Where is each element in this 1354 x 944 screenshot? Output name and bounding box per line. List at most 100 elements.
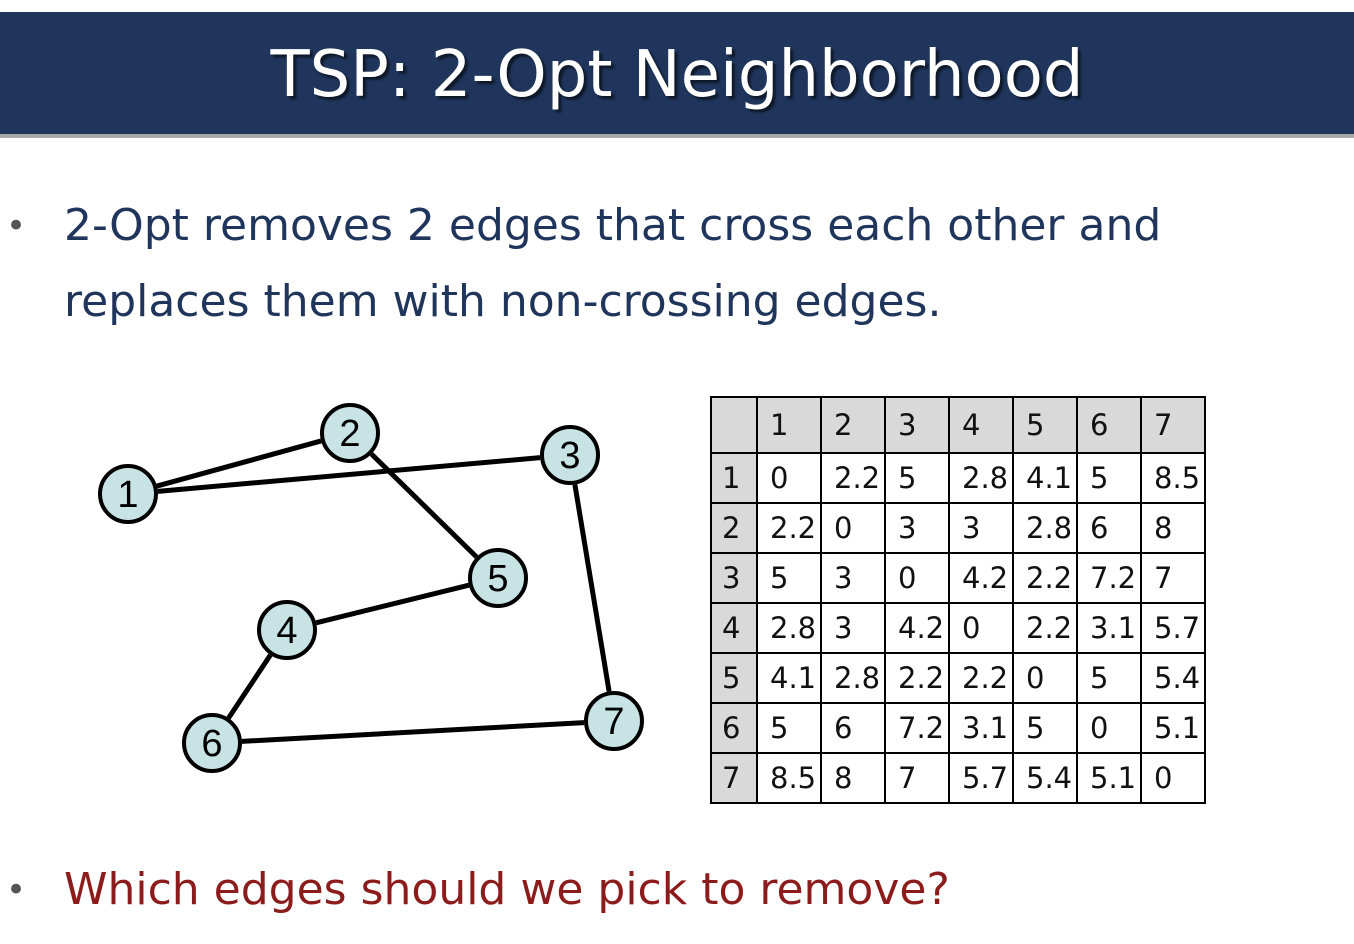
distance-cell: 5	[756, 552, 822, 604]
distance-cell: 0	[1012, 652, 1078, 704]
table-row: 3 5 3 0 4.2 2.2 7.2 7	[710, 552, 1206, 604]
distance-cell: 6	[1076, 502, 1142, 554]
distance-cell: 5.4	[1140, 652, 1206, 704]
distance-cell: 5	[1076, 652, 1142, 704]
column-header: 6	[1076, 396, 1142, 454]
distance-cell: 5.1	[1076, 752, 1142, 804]
edge-5-4	[315, 582, 470, 626]
edge-3-7	[572, 484, 612, 692]
row-header: 5	[710, 652, 758, 704]
distance-cell: 5.7	[1140, 602, 1206, 654]
table-corner-cell	[710, 396, 758, 454]
node-4: 4	[257, 600, 317, 660]
bullet-item: • Which edges should we pick to remove?	[6, 852, 1354, 932]
distance-cell: 3	[884, 502, 950, 554]
column-header: 1	[756, 396, 822, 454]
node-2: 2	[320, 403, 380, 463]
distance-cell: 3	[820, 552, 886, 604]
node-6: 6	[182, 713, 242, 773]
node-label: 1	[117, 474, 138, 516]
node-7: 7	[584, 691, 644, 751]
distance-cell: 4.2	[884, 602, 950, 654]
node-label: 3	[559, 435, 580, 477]
distance-cell: 0	[884, 552, 950, 604]
distance-cell: 0	[948, 602, 1014, 654]
distance-cell: 5	[1076, 452, 1142, 504]
distance-cell: 3	[948, 502, 1014, 554]
bullet-line: 2-Opt removes 2 edges that cross each ot…	[64, 200, 1162, 251]
distance-cell: 2.8	[820, 652, 886, 704]
node-label: 6	[201, 723, 222, 765]
bullet-line: replaces them with non-crossing edges.	[64, 276, 942, 327]
distance-cell: 0	[1076, 702, 1142, 754]
table-row: 4 2.8 3 4.2 0 2.2 3.1 5.7	[710, 602, 1206, 654]
tour-graph-svg: 1 2 3 4 5 6 7	[98, 403, 644, 773]
distance-cell: 5.7	[948, 752, 1014, 804]
node-5: 5	[468, 548, 528, 608]
distance-cell: 3.1	[948, 702, 1014, 754]
table-row: 5 4.1 2.8 2.2 2.2 0 5 5.4	[710, 652, 1206, 704]
distance-cell: 2.8	[1012, 502, 1078, 554]
distance-cell: 5	[1012, 702, 1078, 754]
bullet-icon: •	[6, 206, 27, 246]
column-header: 4	[948, 396, 1014, 454]
edge-6-7	[241, 720, 585, 744]
distance-cell: 6	[820, 702, 886, 754]
table-row: 2 2.2 0 3 3 2.8 6 8	[710, 502, 1206, 554]
title-bar: TSP: 2-Opt Neighborhood	[0, 12, 1354, 138]
distance-cell: 8	[820, 752, 886, 804]
column-header: 3	[884, 396, 950, 454]
node-label: 2	[339, 413, 360, 455]
distance-cell: 5	[756, 702, 822, 754]
table-row: 7 8.5 8 7 5.7 5.4 5.1 0	[710, 752, 1206, 804]
column-header: 7	[1140, 396, 1206, 454]
node-3: 3	[540, 425, 600, 485]
distance-cell: 2.2	[1012, 602, 1078, 654]
distance-cell: 4.1	[1012, 452, 1078, 504]
distance-cell: 5.1	[1140, 702, 1206, 754]
bullet-line: Which edges should we pick to remove?	[64, 864, 950, 915]
edge-4-6	[226, 653, 273, 720]
row-header: 6	[710, 702, 758, 754]
node-label: 5	[487, 558, 508, 600]
table-header-row: 1234567	[710, 396, 1206, 454]
column-header: 5	[1012, 396, 1078, 454]
row-header: 2	[710, 502, 758, 554]
distance-cell: 4.2	[948, 552, 1014, 604]
distance-cell: 4.1	[756, 652, 822, 704]
row-header: 1	[710, 452, 758, 504]
bullet-item: • 2-Opt removes 2 edges that cross each …	[6, 188, 1354, 344]
bullet-text: Which edges should we pick to remove?	[64, 852, 1354, 928]
distance-cell: 0	[820, 502, 886, 554]
distance-cell: 8	[1140, 502, 1206, 554]
bullet-icon: •	[6, 870, 27, 910]
distance-cell: 7.2	[1076, 552, 1142, 604]
distance-cell: 8.5	[1140, 452, 1206, 504]
column-header: 2	[820, 396, 886, 454]
row-header: 7	[710, 752, 758, 804]
distance-cell: 7	[884, 752, 950, 804]
distance-cell: 3	[820, 602, 886, 654]
distance-cell: 0	[1140, 752, 1206, 804]
distance-cell: 8.5	[756, 752, 822, 804]
node-1: 1	[98, 464, 158, 524]
distance-cell: 2.2	[820, 452, 886, 504]
distance-cell: 7	[1140, 552, 1206, 604]
distance-cell: 3.1	[1076, 602, 1142, 654]
table-row: 1 0 2.2 5 2.8 4.1 5 8.5	[710, 452, 1206, 504]
row-header: 4	[710, 602, 758, 654]
distance-cell: 7.2	[884, 702, 950, 754]
node-label: 4	[276, 610, 297, 652]
tour-graph: 1 2 3 4 5 6 7	[80, 390, 660, 790]
distance-cell: 2.2	[948, 652, 1014, 704]
distance-cell: 5.4	[1012, 752, 1078, 804]
distance-cell: 2.2	[1012, 552, 1078, 604]
distance-cell: 2.2	[884, 652, 950, 704]
bullet-text: 2-Opt removes 2 edges that cross each ot…	[64, 188, 1354, 340]
distance-table: 1 2 3 4 5 6 7 1 0 2.2 5 2.8 4.1 5 8.5 2 2.2 0 3 3 2.8 6 8 3 5 3 0 4…	[710, 396, 1206, 804]
distance-cell: 0	[756, 452, 822, 504]
node-label: 7	[603, 701, 624, 743]
row-header: 3	[710, 552, 758, 604]
slide-title: TSP: 2-Opt Neighborhood	[270, 38, 1084, 112]
table-row: 6 5 6 7.2 3.1 5 0 5.1	[710, 702, 1206, 754]
